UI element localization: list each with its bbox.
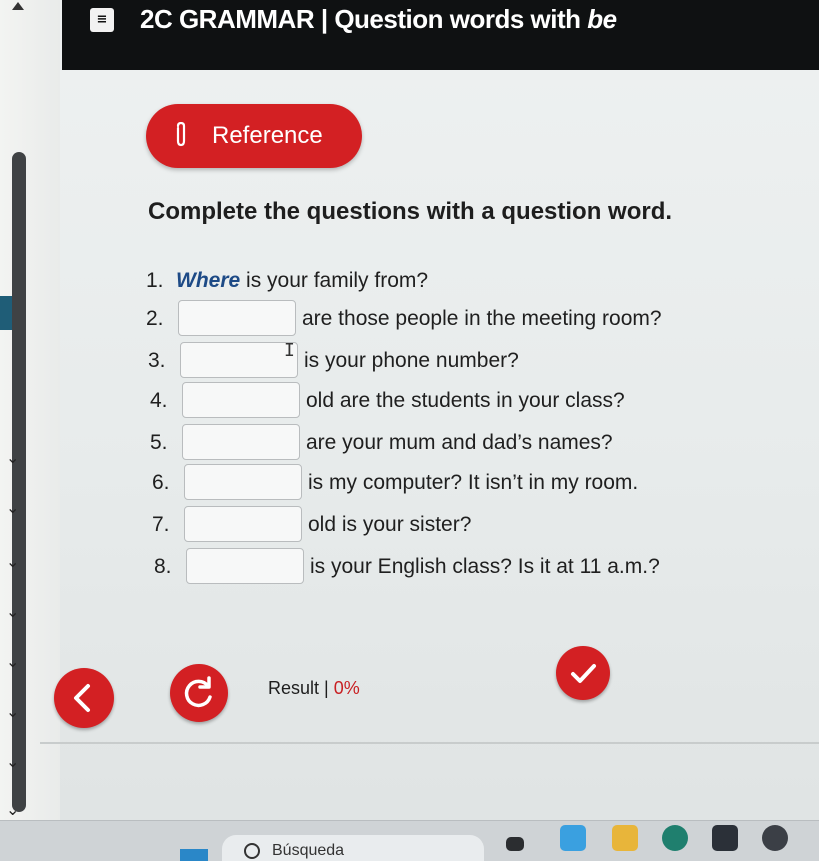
page: ⌄ ⌄ ⌄ ⌄ ⌄ ⌄ ⌄ ⌄ ≡ 2C GRAMMAR | Question … [0,0,819,861]
answer-input-6[interactable] [184,464,302,500]
answer-input-4[interactable] [182,382,300,418]
left-sidebar: ⌄ ⌄ ⌄ ⌄ ⌄ ⌄ ⌄ ⌄ [0,0,60,820]
chevron-down-icon[interactable]: ⌄ [6,802,19,818]
result-label: Result | [268,678,334,698]
question-text: old are the students in your class? [306,389,625,412]
filled-answer: Where [176,269,241,292]
chevron-down-icon[interactable]: ⌄ [6,754,19,770]
copilot-icon[interactable] [560,825,586,851]
back-button[interactable] [54,668,114,728]
question-text: is your English class? Is it at 11 a.m.? [310,555,660,578]
question-text: are those people in the meeting room? [302,307,662,330]
reload-icon [184,676,212,708]
question-number: 3. [148,349,166,372]
paperclip-icon [176,122,186,147]
question-number: 8. [154,555,172,578]
question-number: 5. [150,431,168,454]
checkmark-icon [571,664,596,683]
result-display: Result | 0% [268,678,360,699]
question-number: 1. [146,269,164,292]
app-icon[interactable] [762,825,788,851]
reset-button[interactable] [170,664,228,722]
question-number: 2. [146,307,164,330]
answer-input-7[interactable] [184,506,302,542]
chevron-down-icon[interactable]: ⌄ [6,450,19,466]
check-answers-button[interactable] [556,646,610,700]
chevron-left-icon [74,684,90,712]
exercise-list-icon: ≡ [90,8,114,32]
windows-start-icon[interactable] [180,849,208,861]
file-explorer-icon[interactable] [612,825,638,851]
result-value: 0% [333,678,360,698]
footer-divider [40,742,819,744]
question-text: old is your sister? [308,513,472,536]
windows-taskbar: Búsqueda [0,820,819,861]
search-label: Búsqueda [272,842,345,859]
search-icon [244,843,260,859]
task-view-icon[interactable] [506,837,524,851]
exercise-title: 2C GRAMMAR | Question words with be [140,4,617,35]
question-number: 6. [152,471,170,494]
edge-browser-icon[interactable] [662,825,688,851]
chevron-down-icon[interactable]: ⌄ [6,704,19,720]
answer-input-5[interactable] [182,424,300,460]
exercise-header: ≡ 2C GRAMMAR | Question words with be [62,0,819,70]
chevron-down-icon[interactable]: ⌄ [6,500,19,516]
chevron-down-icon[interactable]: ⌄ [6,554,19,570]
text-cursor-icon: I [284,340,295,361]
answer-input-3[interactable] [180,342,298,378]
chevron-down-icon[interactable]: ⌄ [6,604,19,620]
store-icon[interactable] [712,825,738,851]
answer-input-2[interactable] [178,300,296,336]
question-rest: is your family from? [246,269,429,292]
instruction-text: Complete the questions with a question w… [148,198,673,225]
reference-label: Reference [212,122,323,149]
question-number: 7. [152,513,170,536]
taskbar-search[interactable]: Búsqueda [222,835,484,861]
title-main: 2C GRAMMAR | Question words with [140,4,588,34]
title-italic: be [587,4,617,34]
question-number: 4. [150,389,168,412]
answer-input-8[interactable] [186,548,304,584]
scroll-up-arrow-icon[interactable] [12,2,24,10]
question-text: Where is your family from? [176,269,428,293]
question-text: are your mum and dad’s names? [306,431,613,454]
question-text: is your phone number? [304,349,519,372]
reference-button[interactable]: Reference [146,104,362,168]
question-text: is my computer? It isn’t in my room. [308,471,639,494]
chevron-down-icon[interactable]: ⌄ [6,654,19,670]
